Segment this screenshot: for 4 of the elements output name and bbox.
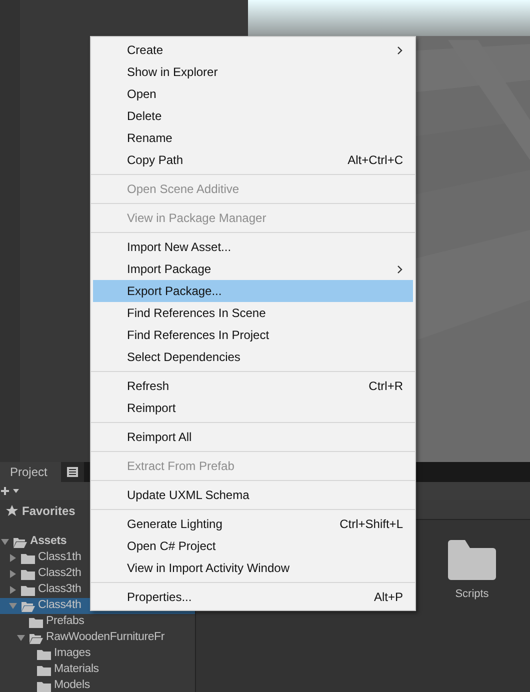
shortcut-label: Alt+Ctrl+C <box>348 152 403 169</box>
shortcut-label: Ctrl+Shift+L <box>340 516 403 533</box>
shortcut-label: Alt+P <box>374 589 403 606</box>
shortcut-label: Ctrl+R <box>368 378 403 395</box>
